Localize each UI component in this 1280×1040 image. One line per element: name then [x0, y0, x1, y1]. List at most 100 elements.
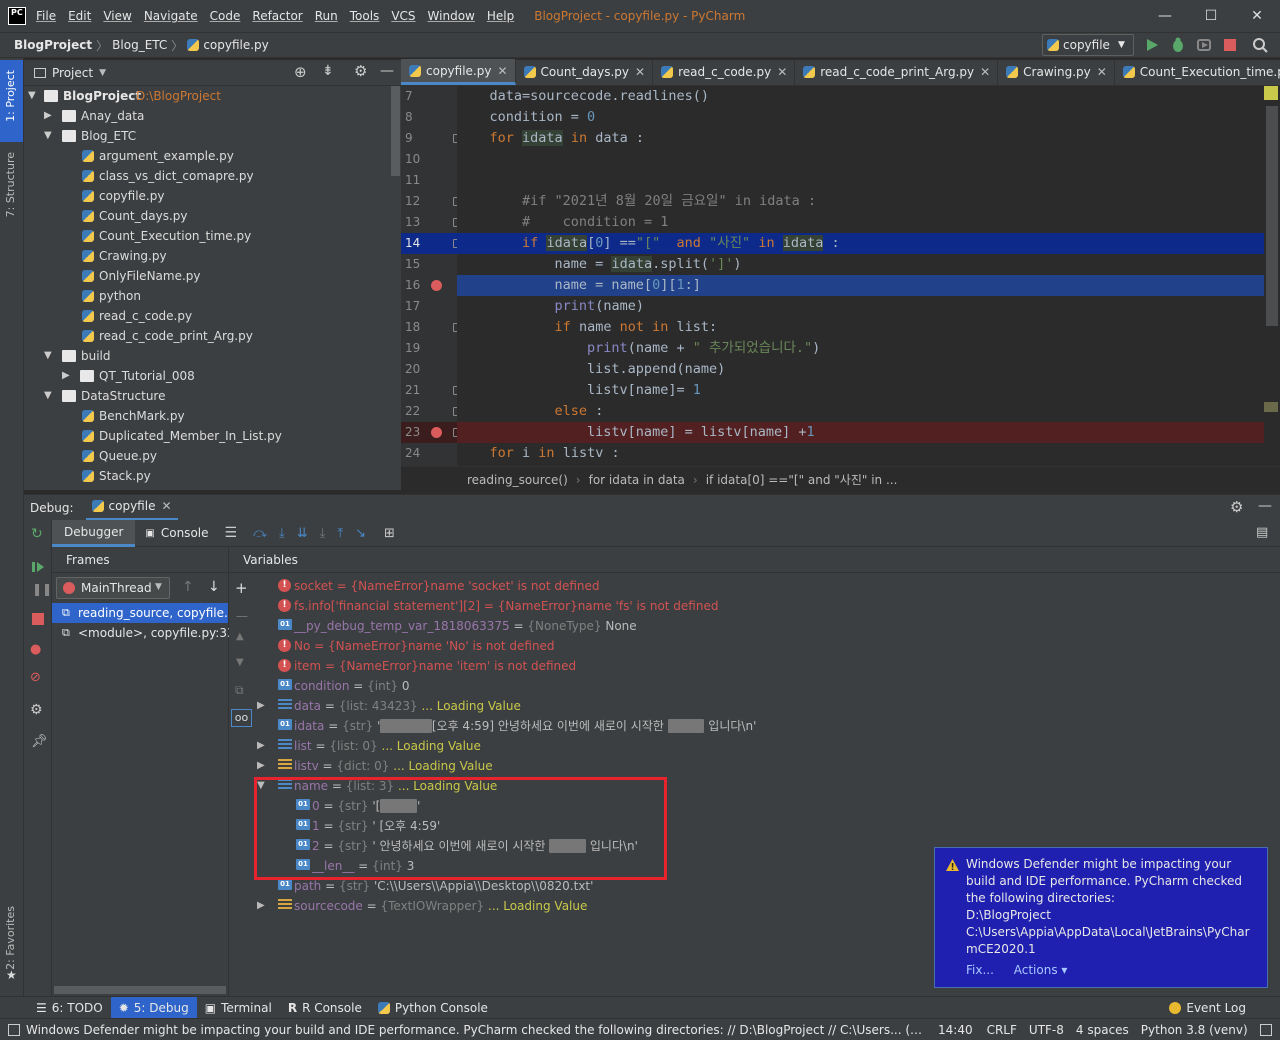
menu-window[interactable]: Window: [428, 9, 475, 23]
close-icon[interactable]: ✕: [161, 499, 171, 513]
close-icon[interactable]: ✕: [777, 65, 787, 79]
tree-file[interactable]: python: [24, 286, 401, 306]
mute-breakpoints-icon[interactable]: ⊘: [30, 670, 41, 685]
tab-count-execution-time[interactable]: Count_Execution_time.py✕: [1115, 59, 1280, 85]
run-icon[interactable]: [1144, 37, 1160, 53]
frames-hscrollbar[interactable]: [54, 986, 226, 994]
tab-read-c-code-print-arg[interactable]: read_c_code_print_Arg.py ✕: [795, 59, 999, 85]
add-watch-icon[interactable]: +: [235, 579, 248, 597]
hide-panel-icon[interactable]: —: [380, 63, 394, 79]
debug-tool-button[interactable]: ✹ 5: Debug: [110, 996, 197, 1019]
tree-file[interactable]: read_c_code.py: [24, 306, 401, 326]
tree-file[interactable]: Count_Execution_time.py: [24, 226, 401, 246]
step-into-my-code-icon[interactable]: ⤓: [320, 526, 326, 541]
tree-file[interactable]: read_c_code_print_Arg.py: [24, 326, 401, 346]
frame-item-selected[interactable]: ⧉ reading_source, copyfile.py:: [52, 603, 228, 623]
next-frame-icon[interactable]: ↓: [208, 579, 220, 595]
structure-tool-label[interactable]: 7: Structure: [4, 152, 17, 217]
step-into-icon[interactable]: ⇊: [297, 526, 308, 541]
tree-file[interactable]: BenchMark.py: [24, 406, 401, 426]
crumb-folder[interactable]: Blog_ETC: [112, 38, 167, 52]
debug-bug-icon[interactable]: [1170, 37, 1186, 53]
tree-folder[interactable]: ▶ QT_Tutorial_008: [24, 366, 401, 386]
fix-link[interactable]: Fix...: [966, 963, 994, 977]
locate-icon[interactable]: ⊕: [294, 63, 307, 81]
variable-data[interactable]: ▶ data = {list: 43423} ... Loading Value: [254, 696, 1280, 716]
tree-file[interactable]: Count_days.py: [24, 206, 401, 226]
previous-frame-icon[interactable]: ↑: [182, 579, 194, 595]
tree-file[interactable]: OnlyFileName.py: [24, 266, 401, 286]
pin-icon[interactable]: 📌︎: [31, 734, 48, 749]
show-execution-point-icon[interactable]: ⤼: [253, 526, 267, 541]
menu-help[interactable]: Help: [487, 9, 514, 23]
hide-panel-icon[interactable]: —: [1258, 498, 1272, 514]
breadcrumb-function[interactable]: reading_source(): [467, 473, 568, 487]
rerun-icon[interactable]: ↻: [31, 526, 43, 542]
menu-vcs[interactable]: VCS: [391, 9, 415, 23]
tab-console[interactable]: ▣ Console: [135, 520, 218, 547]
variable-fsinfo[interactable]: ! fs.info['financial statement'][2] = {Na…: [254, 596, 1280, 616]
search-icon[interactable]: [1252, 37, 1268, 53]
collapsed-arrow-icon[interactable]: ▶: [257, 896, 265, 916]
breadcrumb-for[interactable]: for idata in data: [589, 473, 685, 487]
evaluate-expression-icon[interactable]: ⊞: [384, 526, 395, 541]
project-view-label[interactable]: Project: [52, 66, 93, 80]
menu-edit[interactable]: Edit: [68, 9, 91, 23]
project-tool-button[interactable]: 1: Project: [0, 60, 23, 142]
menu-navigate[interactable]: Navigate: [144, 9, 198, 23]
editor-gutter[interactable]: 7 8 9 10 11 12 13 14 15 16 17 18 19 20 2…: [401, 86, 461, 466]
dropdown-icon[interactable]: ▼: [99, 68, 106, 78]
settings-icon[interactable]: ⚙: [30, 702, 43, 718]
maximize-button[interactable]: ☐: [1188, 0, 1234, 32]
copy-watch-icon[interactable]: ⧉: [235, 683, 244, 698]
resume-icon[interactable]: [31, 560, 45, 574]
project-scrollbar[interactable]: [391, 86, 400, 176]
favorites-tool-label[interactable]: 2: Favorites: [4, 906, 17, 970]
tree-file[interactable]: argument_example.py: [24, 146, 401, 166]
event-log-tool-button[interactable]: Event Log: [1161, 997, 1254, 1019]
lock-icon[interactable]: [1259, 1023, 1272, 1036]
status-message[interactable]: Windows Defender might be impacting your…: [26, 1023, 926, 1037]
menu-run[interactable]: Run: [315, 9, 338, 23]
move-up-icon[interactable]: ▲: [236, 631, 244, 642]
tree-folder[interactable]: ▶ Anay_data: [24, 106, 401, 126]
line-separator[interactable]: CRLF: [987, 1023, 1017, 1037]
stop-icon[interactable]: [1222, 37, 1238, 53]
variable-condition[interactable]: 01 condition = {int} 0: [254, 676, 1280, 696]
scroll-thumb[interactable]: [1266, 106, 1278, 326]
menu-code[interactable]: Code: [210, 9, 241, 23]
collapsed-arrow-icon[interactable]: ▶: [257, 756, 265, 776]
variable-idata[interactable]: 01idata = {str} 'aaaaaaa[오후 4:59] 안녕하세요 …: [254, 716, 1280, 736]
caret-position[interactable]: 14:40: [938, 1023, 973, 1037]
debug-session-tab[interactable]: copyfile ✕: [85, 495, 178, 521]
python-console-tool-button[interactable]: Python Console: [370, 997, 496, 1019]
tab-copyfile[interactable]: copyfile.py ✕: [401, 59, 516, 85]
pause-icon[interactable]: ❚❚: [32, 582, 52, 596]
frame-item[interactable]: ⧉ <module>, copyfile.py:33: [52, 623, 235, 643]
collapsed-arrow-icon[interactable]: ▶: [257, 696, 265, 716]
crumb-file[interactable]: copyfile.py: [203, 38, 268, 52]
close-icon[interactable]: ✕: [635, 65, 645, 79]
run-to-cursor-icon[interactable]: ↘: [355, 526, 366, 541]
gear-icon[interactable]: ⚙: [1230, 498, 1243, 516]
tree-folder[interactable]: ▼ build: [24, 346, 401, 366]
r-console-tool-button[interactable]: R R Console: [280, 997, 370, 1019]
collapsed-arrow-icon[interactable]: ▶: [257, 736, 265, 756]
menu-icon[interactable]: ☰: [225, 525, 238, 541]
breakpoint-icon[interactable]: [431, 427, 442, 438]
step-out-icon[interactable]: ⤒: [337, 526, 343, 541]
menu-tools[interactable]: Tools: [350, 9, 380, 23]
variable-pydebug[interactable]: 01 __py_debug_temp_var_1818063375 = {None…: [254, 616, 1280, 636]
close-icon[interactable]: ✕: [497, 64, 507, 78]
tab-read-c-code[interactable]: read_c_code.py ✕: [653, 59, 796, 85]
tree-file[interactable]: Duplicated_Member_In_List.py: [24, 426, 401, 446]
tree-folder[interactable]: ▼ Blog_ETC: [24, 126, 401, 146]
breakpoint-icon[interactable]: [431, 280, 442, 291]
tree-file[interactable]: Queue.py: [24, 446, 401, 466]
terminal-tool-button[interactable]: ▣ Terminal: [197, 997, 280, 1019]
minimize-button[interactable]: —: [1142, 0, 1188, 32]
stop-icon[interactable]: [31, 612, 45, 626]
variable-no[interactable]: ! No = {NameError}name 'No' is not define…: [254, 636, 1280, 656]
remove-watch-icon[interactable]: —: [236, 609, 248, 623]
toggle-tool-windows-icon[interactable]: [8, 1023, 20, 1036]
